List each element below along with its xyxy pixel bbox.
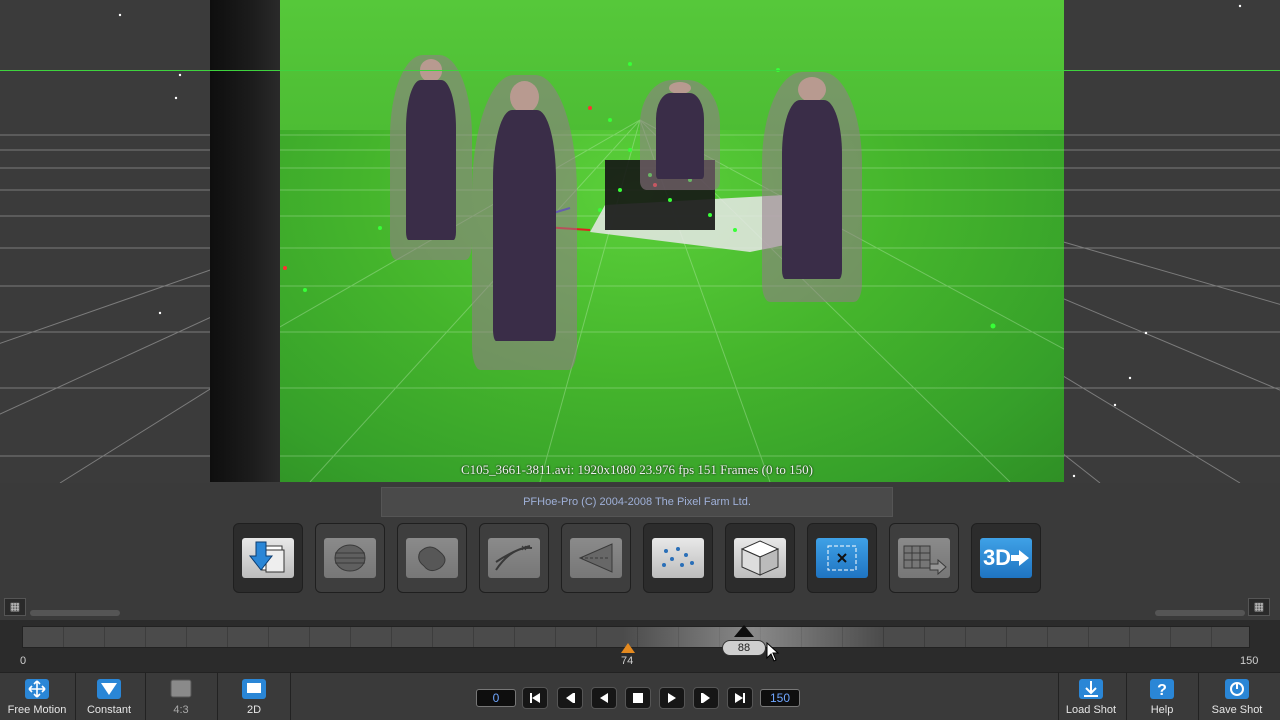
2d-mode-icon xyxy=(240,677,268,701)
mask-icon xyxy=(406,538,458,578)
mouse-cursor-icon xyxy=(766,642,780,662)
band-member-4 xyxy=(762,72,862,302)
node-toolbar: 3D xyxy=(233,523,1043,593)
load-shot-label: Load Shot xyxy=(1065,704,1117,716)
separator xyxy=(1058,673,1059,720)
3d-viewport[interactable]: C105_3661-3811.avi: 1920x1080 23.976 fps… xyxy=(0,0,1280,483)
timeline-end-label: 150 xyxy=(1240,655,1259,667)
constant-label: Constant xyxy=(86,704,132,716)
export-button[interactable] xyxy=(889,523,959,593)
orient-scene-icon xyxy=(816,538,868,578)
go-to-end-button[interactable] xyxy=(727,687,753,709)
3d-cube-icon xyxy=(734,538,786,578)
constant-button[interactable]: Constant xyxy=(78,675,140,720)
free-motion-label: Free Motion xyxy=(7,704,67,716)
black-curtain xyxy=(210,0,280,482)
2d-mode-label: 2D xyxy=(246,704,262,716)
separator xyxy=(290,673,291,720)
start-frame-field[interactable]: 0 xyxy=(476,689,516,707)
play-icon xyxy=(668,693,676,703)
constant-icon xyxy=(95,677,123,701)
load-shot-icon xyxy=(1077,677,1105,701)
timeline-track[interactable] xyxy=(22,626,1250,648)
2d-mode-button[interactable]: 2D xyxy=(222,675,286,720)
help-icon: ? xyxy=(1148,677,1176,701)
step-back-button[interactable] xyxy=(557,687,583,709)
point-cloud-icon xyxy=(652,538,704,578)
timeline-start-label: 0 xyxy=(20,655,27,667)
end-frame-field[interactable]: 150 xyxy=(760,689,800,707)
skip-start-icon xyxy=(530,693,540,703)
aspect-label: 4:3 xyxy=(173,704,189,716)
camera-solve-icon xyxy=(570,538,622,578)
aspect-button[interactable]: 4:3 xyxy=(150,675,212,720)
play-reverse-icon xyxy=(600,693,608,703)
point-cloud-button[interactable] xyxy=(643,523,713,593)
pfhoe-app-window: C105_3661-3811.avi: 1920x1080 23.976 fps… xyxy=(0,0,1280,720)
export-icon xyxy=(898,538,950,578)
playhead-marker[interactable] xyxy=(734,625,754,637)
orient-scene-button[interactable] xyxy=(807,523,877,593)
play-button[interactable] xyxy=(659,687,685,709)
step-forward-icon xyxy=(701,693,710,703)
3d-export-label: 3D xyxy=(982,545,1012,570)
play-reverse-button[interactable] xyxy=(591,687,617,709)
band-member-3 xyxy=(640,80,720,190)
clip-info-caption: C105_3661-3811.avi: 1920x1080 23.976 fps… xyxy=(461,462,813,477)
timeline[interactable]: 0 74 88 150 xyxy=(0,620,1280,672)
in-point-label: 74 xyxy=(621,655,634,667)
step-back-icon xyxy=(566,693,575,703)
3d-export-button[interactable]: 3D xyxy=(971,523,1041,593)
separator xyxy=(217,673,218,720)
save-shot-button[interactable]: Save Shot xyxy=(1202,675,1272,720)
import-clip-button[interactable] xyxy=(233,523,303,593)
load-shot-button[interactable]: Load Shot xyxy=(1060,675,1122,720)
svg-text:?: ? xyxy=(1157,682,1167,699)
help-button[interactable]: ? Help xyxy=(1130,675,1194,720)
copyright-bar: PFHoe-Pro (C) 2004-2008 The Pixel Farm L… xyxy=(381,487,893,517)
separator xyxy=(1126,673,1127,720)
left-slider[interactable] xyxy=(30,610,120,616)
right-graph-icon[interactable]: ▦ xyxy=(1248,598,1270,616)
in-point-marker[interactable] xyxy=(621,643,635,653)
band-member-2 xyxy=(472,75,577,370)
3d-export-icon: 3D xyxy=(980,538,1032,578)
horizon-line xyxy=(0,70,1280,71)
help-label: Help xyxy=(1150,704,1174,716)
save-shot-icon xyxy=(1223,677,1251,701)
lens-distortion-icon xyxy=(324,538,376,578)
left-graph-icon[interactable]: ▦ xyxy=(4,598,26,616)
bottom-bar: Free Motion Constant 4:3 2D 0 150 Load S… xyxy=(0,672,1280,720)
track-icon xyxy=(488,538,540,578)
separator xyxy=(75,673,76,720)
step-forward-button[interactable] xyxy=(693,687,719,709)
save-shot-label: Save Shot xyxy=(1211,704,1263,716)
separator xyxy=(1198,673,1199,720)
stop-icon xyxy=(633,693,643,703)
camera-solve-button[interactable] xyxy=(561,523,631,593)
right-slider[interactable] xyxy=(1155,610,1245,616)
aspect-icon xyxy=(167,677,195,701)
track-button[interactable] xyxy=(479,523,549,593)
band-member-1 xyxy=(390,55,472,260)
plate-floor-grid xyxy=(210,62,1064,482)
go-to-start-button[interactable] xyxy=(522,687,548,709)
current-frame-label[interactable]: 88 xyxy=(722,640,766,656)
mask-button[interactable] xyxy=(397,523,467,593)
3d-cube-button[interactable] xyxy=(725,523,795,593)
skip-end-icon xyxy=(735,693,745,703)
footage-plate: C105_3661-3811.avi: 1920x1080 23.976 fps… xyxy=(210,0,1064,482)
free-motion-button[interactable]: Free Motion xyxy=(2,675,72,720)
separator xyxy=(145,673,146,720)
move-arrows-icon xyxy=(23,677,51,701)
lens-distortion-button[interactable] xyxy=(315,523,385,593)
import-clip-icon xyxy=(242,538,294,578)
stop-button[interactable] xyxy=(625,687,651,709)
